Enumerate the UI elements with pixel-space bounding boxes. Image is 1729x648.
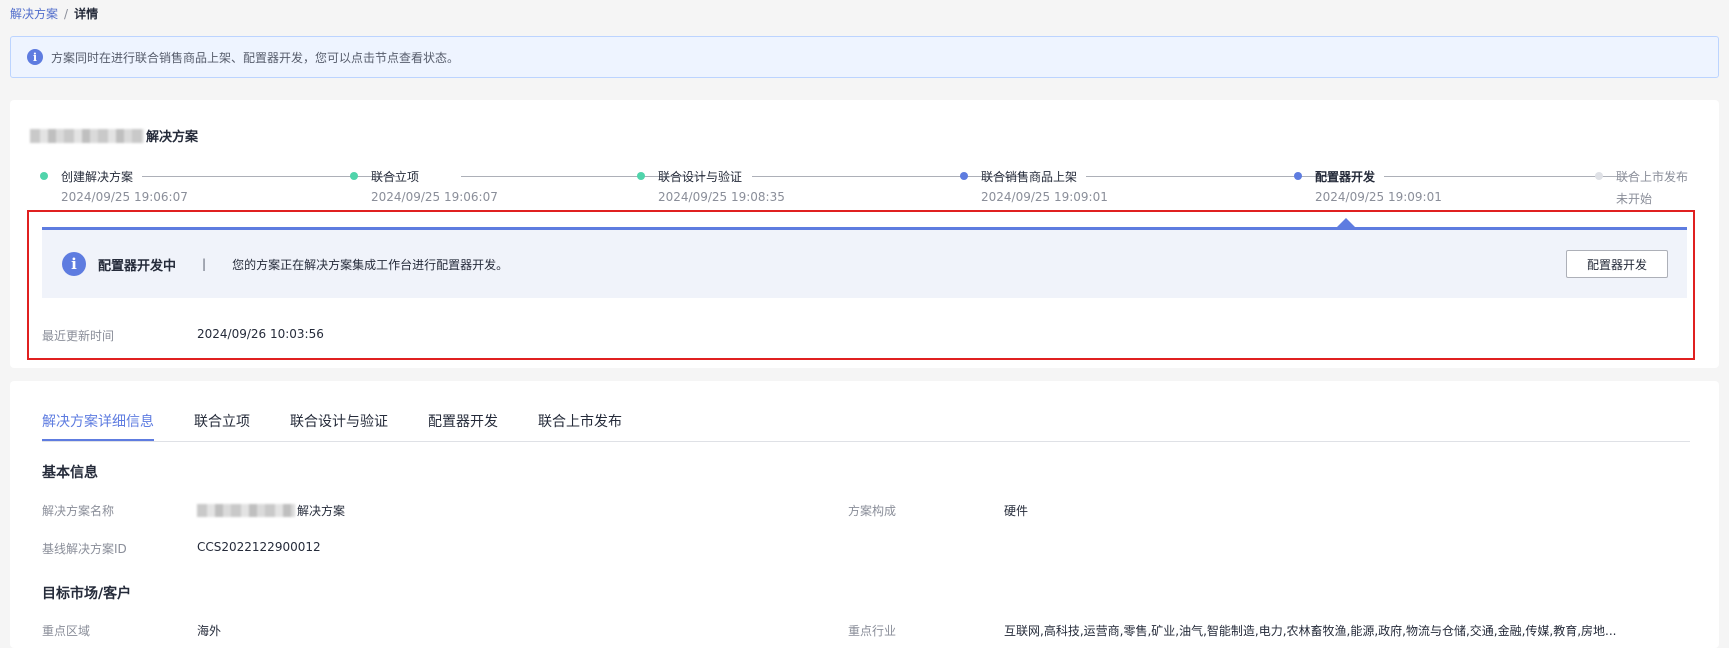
- field-value-region: 海外: [197, 624, 222, 638]
- step-label: 联合设计与验证: [658, 169, 743, 184]
- section-title-basic-info: 基本信息: [42, 465, 98, 481]
- status-description: 您的方案正在解决方案集成工作台进行配置器开发。: [232, 257, 509, 272]
- step-configurator-dev[interactable]: 配置器开发 2024/09/25 19:09:01: [1294, 168, 1442, 204]
- tab-joint-project[interactable]: 联合立项: [194, 410, 250, 441]
- step-dot-active: [960, 172, 968, 180]
- field-value-solution-name: 解决方案: [197, 502, 345, 519]
- step-dot-pending: [1595, 172, 1603, 180]
- section-title-target-market: 目标市场/客户: [42, 586, 132, 602]
- status-pointer: [1337, 218, 1355, 227]
- redacted-name: [197, 504, 295, 517]
- solution-name-suffix: 解决方案: [297, 504, 346, 518]
- status-title: 配置器开发中: [98, 258, 177, 274]
- step-time: 2024/09/25 19:09:01: [981, 190, 1108, 204]
- field-label-solution-name: 解决方案名称: [42, 504, 115, 518]
- step-label: 联合立项: [371, 169, 420, 184]
- field-value-composition: 硬件: [1004, 504, 1029, 518]
- step-time: 2024/09/25 19:06:07: [371, 190, 498, 204]
- solution-title-suffix: 解决方案: [146, 130, 199, 145]
- field-label-baseline-id: 基线解决方案ID: [42, 542, 127, 556]
- field-label-industry: 重点行业: [848, 624, 897, 638]
- info-banner: i 方案同时在进行联合销售商品上架、配置器开发，您可以点击节点查看状态。: [10, 36, 1719, 78]
- step-time: 2024/09/25 19:08:35: [658, 190, 785, 204]
- configurator-dev-button[interactable]: 配置器开发: [1566, 250, 1668, 278]
- tab-configurator-dev[interactable]: 配置器开发: [428, 410, 498, 441]
- step-time: 2024/09/25 19:06:07: [61, 190, 188, 204]
- field-value-baseline-id: CCS2022122900012: [197, 540, 321, 554]
- step-time: 未开始: [1616, 192, 1653, 206]
- step-label: 联合上市发布: [1616, 169, 1689, 184]
- tab-solution-details[interactable]: 解决方案详细信息: [42, 410, 154, 441]
- update-time-label: 最近更新时间: [42, 329, 115, 343]
- breadcrumb-link-solutions[interactable]: 解决方案: [10, 6, 58, 22]
- step-joint-launch[interactable]: 联合上市发布 未开始: [1595, 168, 1688, 207]
- status-panel: i 配置器开发中 | 您的方案正在解决方案集成工作台进行配置器开发。 配置器开发: [42, 227, 1687, 298]
- step-label: 创建解决方案: [61, 169, 134, 184]
- field-value-industry: 互联网,高科技,运营商,零售,矿业,油气,智能制造,电力,农林畜牧渔,能源,政府…: [1004, 624, 1617, 638]
- breadcrumb-separator: /: [64, 7, 69, 21]
- tab-joint-launch[interactable]: 联合上市发布: [538, 410, 622, 441]
- breadcrumb: 解决方案 / 详情: [10, 6, 98, 22]
- redacted-name: [30, 128, 144, 143]
- step-dot-complete: [350, 172, 358, 180]
- step-create-solution[interactable]: 创建解决方案 2024/09/25 19:06:07: [40, 168, 188, 204]
- step-dot-complete: [40, 172, 48, 180]
- step-joint-sales-listing[interactable]: 联合销售商品上架 2024/09/25 19:09:01: [960, 168, 1108, 204]
- step-joint-project[interactable]: 联合立项 2024/09/25 19:06:07: [350, 168, 498, 204]
- details-tabs: 解决方案详细信息 联合立项 联合设计与验证 配置器开发 联合上市发布: [42, 410, 1690, 442]
- field-label-composition: 方案构成: [848, 504, 897, 518]
- breadcrumb-current: 详情: [74, 7, 99, 21]
- banner-text: 方案同时在进行联合销售商品上架、配置器开发，您可以点击节点查看状态。: [51, 50, 460, 65]
- step-label: 配置器开发: [1315, 169, 1376, 184]
- status-separator: |: [202, 257, 207, 271]
- progress-steps: 创建解决方案 2024/09/25 19:06:07 联合立项 2024/09/…: [40, 168, 1690, 208]
- info-icon: i: [62, 252, 86, 276]
- step-time: 2024/09/25 19:09:01: [1315, 190, 1442, 204]
- step-label: 联合销售商品上架: [981, 169, 1078, 184]
- tab-joint-design[interactable]: 联合设计与验证: [290, 410, 388, 441]
- step-dot-complete: [637, 172, 645, 180]
- solution-title: 解决方案: [30, 126, 198, 145]
- step-dot-active: [1294, 172, 1302, 180]
- info-icon: i: [27, 49, 43, 65]
- step-joint-design[interactable]: 联合设计与验证 2024/09/25 19:08:35: [637, 168, 785, 204]
- update-time-value: 2024/09/26 10:03:56: [197, 327, 324, 341]
- field-label-region: 重点区域: [42, 624, 91, 638]
